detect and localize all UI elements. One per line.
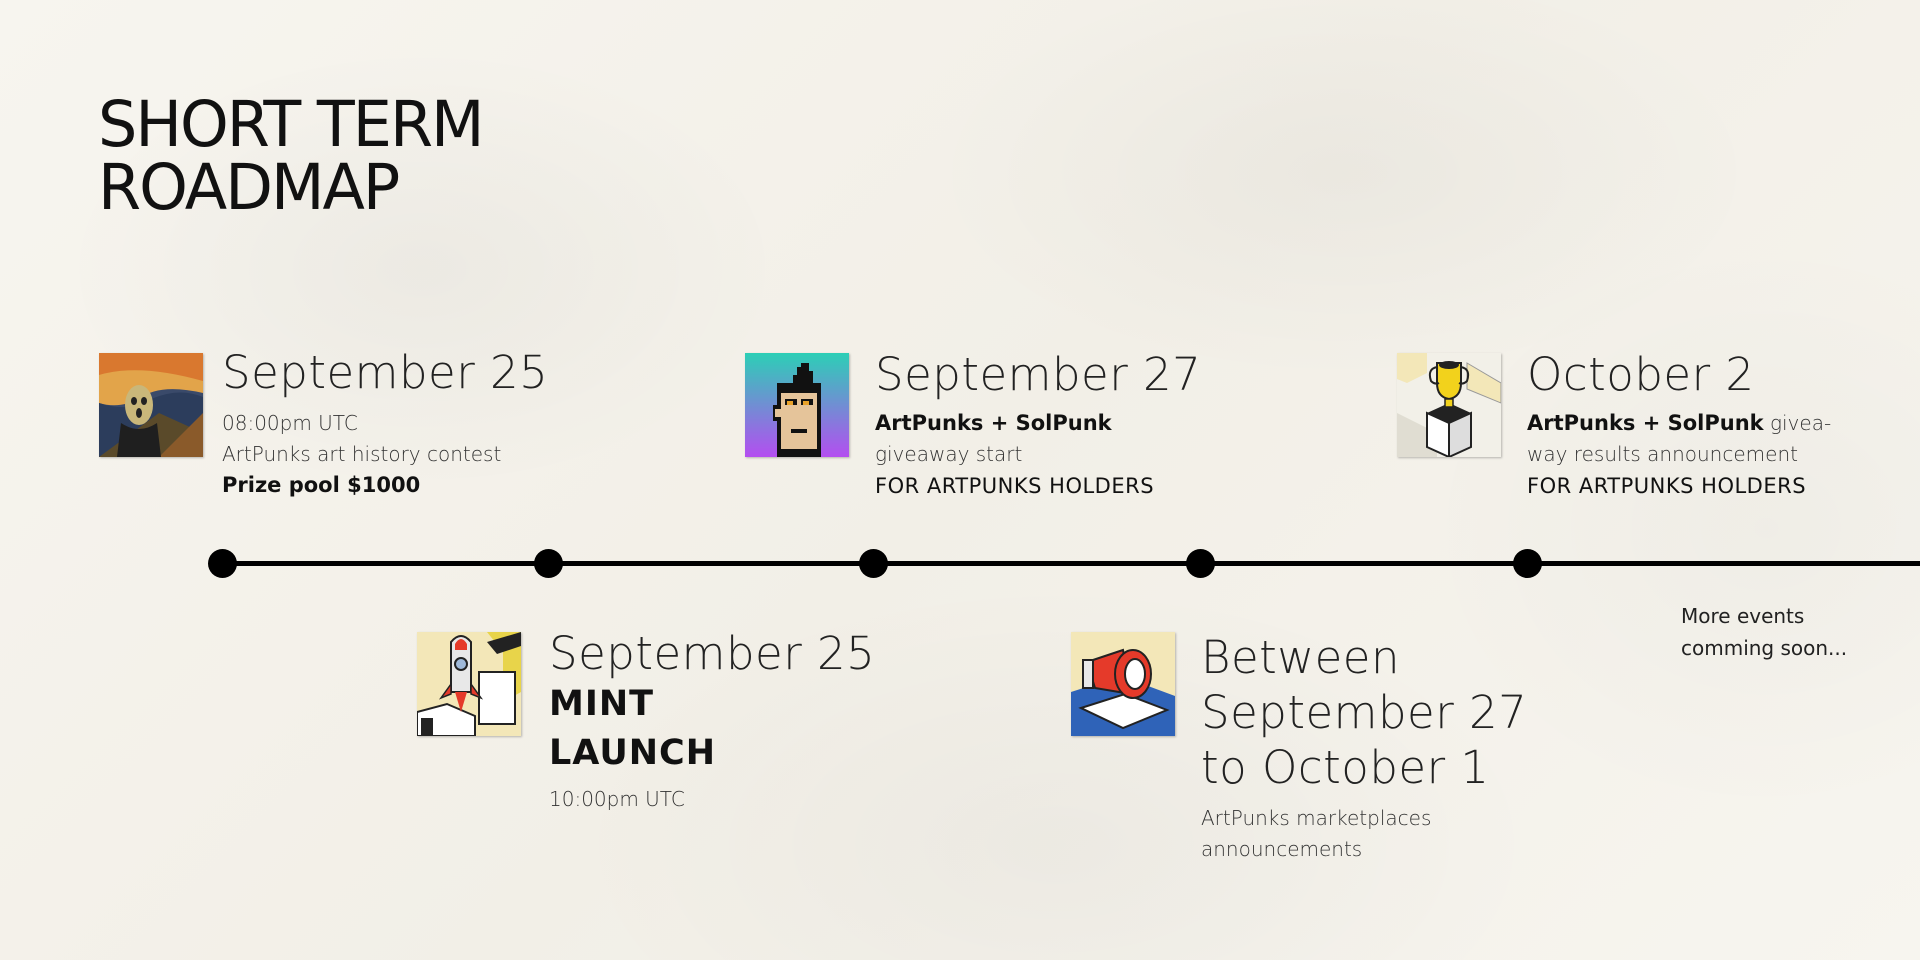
event-time: 10:00pm UTC: [549, 787, 685, 811]
event-headline-line2: LAUNCH: [549, 733, 717, 773]
event-date: September 25: [222, 346, 549, 399]
event-description-rest: givea-: [1763, 411, 1832, 435]
timeline-dot-3: [859, 549, 888, 578]
more-events-line2: comming soon...: [1681, 636, 1848, 660]
event-sep25-mint: September 25 MINT LAUNCH 10:00pm UTC: [549, 626, 875, 815]
trophy-icon: [1397, 353, 1501, 457]
page-title-line2: ROADMAP: [98, 149, 400, 225]
event-partners: ArtPunks + SolPunk: [1527, 411, 1764, 435]
event-headline-line1: MINT: [549, 684, 655, 724]
event-sep27-giveaway: September 27 ArtPunks + SolPunk giveaway…: [875, 347, 1201, 503]
event-date-line3: to October 1: [1201, 741, 1490, 794]
event-date: September 25: [549, 627, 876, 680]
event-sep25-contest: September 25 08:00pm UTC ArtPunks art hi…: [222, 345, 548, 501]
event-oct2-results: October 2 ArtPunks + SolPunk givea- way …: [1527, 347, 1831, 503]
event-time: 08:00pm UTC: [222, 411, 358, 435]
page-title-line1: SHORT TERM: [98, 86, 485, 162]
event-description-line1: ArtPunks marketplaces: [1201, 806, 1432, 830]
rocket-icon: [417, 632, 521, 736]
event-description-line2: announcements: [1201, 837, 1363, 861]
event-description: ArtPunks art history contest: [222, 442, 502, 466]
event-prize: Prize pool $1000: [222, 473, 421, 497]
event-date-line1: Between: [1201, 631, 1400, 684]
timeline-line: [222, 561, 1920, 566]
event-date: October 2: [1527, 348, 1755, 401]
event-partners: ArtPunks + SolPunk: [875, 411, 1112, 435]
event-audience: FOR ARTPUNKS HOLDERS: [875, 474, 1155, 498]
event-between-dates: Between September 27 to October 1 ArtPun…: [1201, 630, 1527, 865]
more-events-line1: More events: [1681, 604, 1805, 628]
pixel-punk-icon: [745, 353, 849, 457]
event-date: September 27: [875, 348, 1202, 401]
event-date-line2: September 27: [1201, 686, 1528, 739]
event-description: giveaway start: [875, 442, 1023, 466]
scream-painting-icon: [99, 353, 203, 457]
event-description-line2: way results announcement: [1527, 442, 1798, 466]
megaphone-icon: [1071, 632, 1175, 736]
timeline-dot-2: [534, 549, 563, 578]
timeline-dot-5: [1513, 549, 1542, 578]
event-audience: FOR ARTPUNKS HOLDERS: [1527, 474, 1807, 498]
timeline-dot-4: [1186, 549, 1215, 578]
page-title: SHORT TERM ROADMAP: [98, 86, 485, 225]
more-events-note: More events comming soon...: [1681, 600, 1847, 664]
event-partners-line: ArtPunks + SolPunk givea-: [1527, 408, 1831, 439]
timeline-dot-1: [208, 549, 237, 578]
